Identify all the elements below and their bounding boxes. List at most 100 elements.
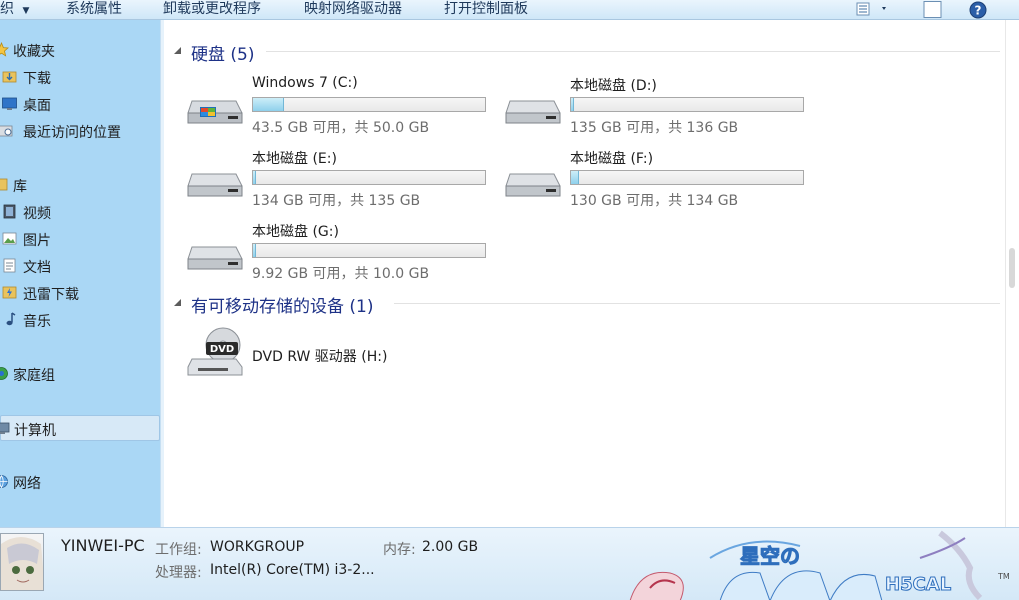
explorer-window: 织 ▼ 系统属性 卸载或更改程序 映射网络驱动器 打开控制面板 ? 收藏夹 下载… [0, 0, 1019, 600]
view-options-button[interactable] [855, 1, 889, 18]
group-title: 硬盘 (5) [191, 45, 255, 65]
nav-label: 网络 [13, 476, 41, 492]
drive-name: 本地磁盘 (E:) [252, 151, 337, 167]
collapse-arrow-icon [174, 47, 181, 54]
workgroup-label: 工作组: [155, 542, 202, 558]
nav-label: 下载 [23, 71, 51, 87]
hard-drive-icon [187, 246, 243, 270]
library-icon [0, 178, 8, 191]
navigation-pane: 收藏夹 下载 桌面 最近访问的位置 库 视频 图片 文档 迅雷下载 音乐 家庭组… [0, 20, 160, 527]
preview-pane-button[interactable] [922, 1, 944, 18]
document-icon [3, 258, 16, 273]
uninstall-program-button[interactable]: 卸载或更改程序 [163, 0, 261, 19]
capacity-bar [252, 170, 486, 185]
nav-computer[interactable]: 计算机 [0, 415, 160, 441]
drive-name: DVD RW 驱动器 (H:) [252, 349, 388, 365]
nav-recent-places[interactable]: 最近访问的位置 [0, 118, 160, 144]
nav-label: 库 [13, 179, 27, 195]
drive-name: 本地磁盘 (G:) [252, 224, 339, 240]
hard-drive-icon [187, 173, 243, 197]
nav-videos[interactable]: 视频 [0, 199, 160, 225]
scrollbar-thumb[interactable] [1009, 248, 1015, 288]
nav-pictures[interactable]: 图片 [0, 226, 160, 252]
nav-label: 桌面 [23, 98, 51, 114]
group-header-hard-disks[interactable]: 硬盘 (5) [172, 40, 1000, 65]
nav-downloads[interactable]: 下载 [0, 64, 160, 90]
nav-thunder-downloads[interactable]: 迅雷下载 [0, 280, 160, 306]
group-header-removable[interactable]: 有可移动存储的设备 (1) [172, 292, 1000, 317]
command-bar: 织 ▼ 系统属性 卸载或更改程序 映射网络驱动器 打开控制面板 ? [0, 0, 1019, 20]
drive-size: 135 GB 可用，共 136 GB [570, 120, 739, 136]
drive-h[interactable]: DVD DVD RW 驱动器 (H:) [186, 325, 486, 393]
drive-c[interactable]: Windows 7 (C:) 43.5 GB 可用，共 50.0 GB [186, 75, 496, 143]
capacity-fill [253, 244, 256, 257]
capacity-fill [253, 171, 256, 184]
capacity-fill [571, 171, 579, 184]
drive-size: 9.92 GB 可用，共 10.0 GB [252, 266, 430, 282]
nav-label: 文档 [23, 260, 51, 276]
collapse-arrow-icon [174, 299, 181, 306]
wallpaper-logo-art: 星空の H5CAL [629, 530, 983, 600]
chevron-down-icon: ▼ [22, 6, 30, 16]
workgroup-value: WORKGROUP [210, 539, 305, 555]
help-button[interactable]: ? [968, 1, 990, 19]
group-title: 有可移动存储的设备 (1) [191, 297, 374, 317]
nav-label: 迅雷下载 [23, 287, 79, 303]
nav-label: 图片 [23, 233, 51, 249]
drive-f[interactable]: 本地磁盘 (F:) 130 GB 可用，共 134 GB [504, 148, 814, 216]
drive-size: 130 GB 可用，共 134 GB [570, 193, 739, 209]
memory-label: 内存: [383, 542, 416, 558]
drive-e[interactable]: 本地磁盘 (E:) 134 GB 可用，共 135 GB [186, 148, 496, 216]
memory-value: 2.00 GB [422, 539, 479, 555]
drive-g[interactable]: 本地磁盘 (G:) 9.92 GB 可用，共 10.0 GB [186, 221, 496, 289]
nav-documents[interactable]: 文档 [0, 253, 160, 279]
nav-label: 收藏夹 [13, 44, 55, 60]
vertical-scrollbar[interactable] [1005, 20, 1019, 527]
video-icon [3, 204, 16, 219]
drive-name: 本地磁盘 (D:) [570, 78, 657, 94]
recent-places-icon [0, 125, 13, 137]
capacity-fill [253, 98, 285, 111]
drive-name: Windows 7 (C:) [252, 75, 358, 91]
network-icon [0, 475, 8, 489]
svg-text:星空の: 星空の [740, 544, 800, 568]
open-control-panel-button[interactable]: 打开控制面板 [444, 0, 528, 19]
nav-music[interactable]: 音乐 [0, 307, 160, 333]
organize-button[interactable]: 织 ▼ [0, 0, 29, 19]
trademark-text: TM [998, 572, 1010, 581]
capacity-bar [252, 97, 486, 112]
computer-name: YINWEI-PC [61, 536, 145, 555]
group-divider [266, 51, 1000, 52]
picture-icon [2, 232, 17, 245]
drive-d[interactable]: 本地磁盘 (D:) 135 GB 可用，共 136 GB [504, 75, 814, 143]
system-properties-button[interactable]: 系统属性 [66, 0, 122, 19]
nav-label: 计算机 [14, 423, 56, 439]
drive-size: 134 GB 可用，共 135 GB [252, 193, 421, 209]
nav-label: 家庭组 [13, 368, 55, 384]
nav-favorites[interactable]: 收藏夹 [0, 37, 160, 63]
nav-label: 最近访问的位置 [23, 125, 121, 141]
nav-libraries[interactable]: 库 [0, 172, 160, 198]
processor-value: Intel(R) Core(TM) i3-2... [210, 562, 375, 578]
map-network-drive-button[interactable]: 映射网络驱动器 [304, 0, 402, 19]
drive-name: 本地磁盘 (F:) [570, 151, 654, 167]
hard-drive-icon [505, 173, 561, 197]
group-divider [394, 303, 1000, 304]
homegroup-icon [0, 367, 8, 380]
nav-label: 视频 [23, 206, 51, 222]
nav-network[interactable]: 网络 [0, 469, 160, 495]
details-pane: YINWEI-PC 工作组: WORKGROUP 内存: 2.00 GB 处理器… [0, 527, 1019, 600]
svg-text:H5CAL: H5CAL [885, 574, 951, 595]
dvd-drive-icon: DVD [187, 327, 243, 376]
capacity-fill [571, 98, 574, 111]
dvd-badge: DVD [210, 344, 234, 355]
nav-desktop[interactable]: 桌面 [0, 91, 160, 117]
desktop-icon [2, 97, 17, 110]
computer-avatar [0, 533, 44, 591]
drive-size: 43.5 GB 可用，共 50.0 GB [252, 120, 430, 136]
view-icon [856, 2, 886, 16]
svg-text:?: ? [975, 4, 982, 18]
content-pane: 硬盘 (5) Windows 7 (C:) 43.5 GB 可用，共 50.0 … [164, 20, 1005, 527]
music-icon [6, 312, 16, 326]
nav-homegroup[interactable]: 家庭组 [0, 361, 160, 387]
